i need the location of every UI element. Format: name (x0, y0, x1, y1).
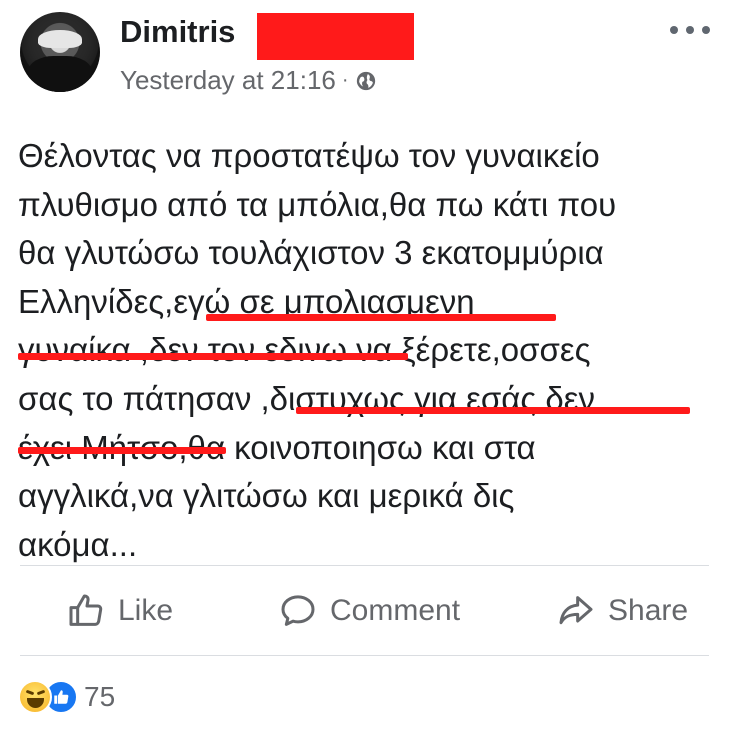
like-label: Like (118, 594, 174, 627)
post-text-line: σας το πάτησαν ,διστυχως για εσάς δεν (18, 379, 595, 417)
post-text: Θέλοντας να προστατέψω τον γυναικείο πλυ… (18, 132, 718, 569)
divider (20, 565, 709, 566)
post-actions: Like Comment Share (0, 580, 729, 642)
comment-icon (281, 595, 315, 626)
redaction-bar (257, 13, 414, 60)
like-button[interactable]: Like (66, 580, 173, 642)
author-name[interactable]: Dimitris (120, 14, 235, 50)
annotation-underline (296, 407, 690, 414)
post-text-line: ακόμα... (18, 525, 138, 563)
more-options-button[interactable] (670, 20, 710, 40)
more-horizontal-icon (670, 26, 678, 34)
avatar[interactable] (20, 12, 100, 92)
globe-icon[interactable] (355, 70, 377, 92)
thumbs-up-icon (69, 594, 103, 626)
annotation-underline (206, 314, 556, 321)
post-text-line: αγγλικά,να γλιτώσω και μερικά δις (18, 477, 515, 515)
post-header: Dimitris Yesterday at 21:16 · (0, 0, 729, 110)
share-button[interactable]: Share (556, 580, 688, 642)
separator-dot: · (341, 69, 349, 91)
post-meta: Yesterday at 21:16 · (120, 65, 377, 96)
post-text-line: γυναίκα ,δεν τον εδινω να ξέρετε,οσσες (18, 331, 591, 369)
annotation-underline (18, 353, 408, 360)
comment-label: Comment (330, 594, 461, 627)
comment-button[interactable]: Comment (278, 580, 460, 642)
post-text-line: θα γλυτώσω τουλάχιστον 3 εκατομμύρια (18, 234, 604, 272)
timestamp[interactable]: Yesterday at 21:16 (120, 65, 336, 96)
post-text-line: Θέλοντας να προστατέψω τον γυναικείο (18, 137, 600, 174)
share-icon (559, 596, 593, 625)
reactions-summary[interactable]: 75 (18, 675, 115, 719)
avatar-photo (38, 30, 82, 48)
reaction-count: 75 (84, 681, 116, 712)
share-label: Share (608, 594, 689, 627)
divider (20, 655, 709, 656)
facebook-post: Dimitris Yesterday at 21:16 · Θέλοντας ν… (0, 0, 729, 731)
post-text-line: πλυθισμο από τα μπόλια,θα πω κάτι που (18, 185, 617, 223)
annotation-underline (18, 447, 226, 454)
haha-icon (18, 680, 52, 714)
